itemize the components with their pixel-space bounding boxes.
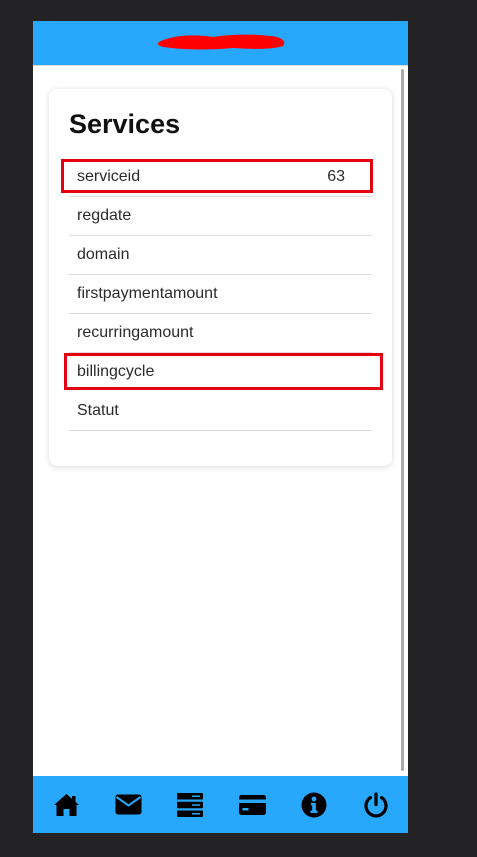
nav-services-button[interactable] [176,791,204,819]
list-item-regdate[interactable]: regdate [69,197,372,236]
bottom-navigation [33,776,408,833]
credit-card-icon [238,794,266,815]
redacted-title-scribble [157,34,285,50]
field-label: firstpaymentamount [77,285,218,302]
nav-info-button[interactable] [300,791,328,819]
nav-home-button[interactable] [52,791,80,819]
app-screen: Services serviceid 63 regdate domain fir… [33,21,408,833]
list-item-domain[interactable]: domain [69,236,372,275]
field-label: Statut [77,402,119,419]
field-label: serviceid [77,168,141,185]
nav-billing-button[interactable] [238,791,266,819]
field-list: serviceid 63 regdate domain firstpayment… [69,158,372,431]
field-label: billingcycle [77,363,155,380]
top-app-bar [33,21,408,65]
field-label: regdate [77,207,132,224]
scrollbar[interactable] [401,69,404,771]
envelope-icon [115,794,141,815]
services-card: Services serviceid 63 regdate domain fir… [49,89,392,466]
home-icon [53,793,79,816]
nav-logout-button[interactable] [362,791,390,819]
list-item-statut[interactable]: Statut [69,392,372,431]
list-item-serviceid[interactable]: serviceid 63 [69,158,372,197]
page-title: Services [69,109,181,139]
list-item-billingcycle[interactable]: billingcycle [69,353,372,392]
power-icon [364,791,388,817]
list-item-recurringamount[interactable]: recurringamount [69,314,372,353]
server-icon [177,792,203,817]
field-value: 63 [327,168,345,185]
nav-messages-button[interactable] [114,791,142,819]
field-label: domain [77,246,130,263]
info-icon [301,792,327,817]
field-label: recurringamount [77,324,194,341]
list-item-firstpaymentamount[interactable]: firstpaymentamount [69,275,372,314]
top-bar-divider [33,65,408,66]
